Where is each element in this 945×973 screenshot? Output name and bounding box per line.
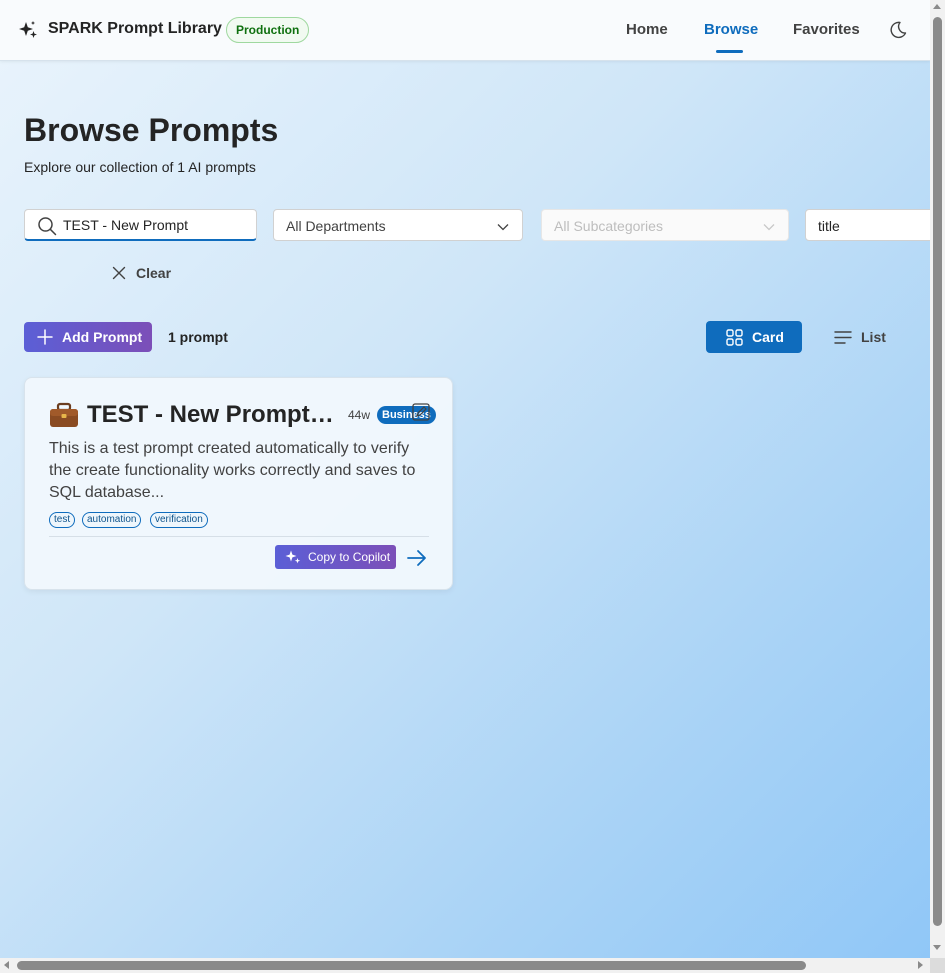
vertical-scrollbar[interactable] xyxy=(930,0,945,958)
subcategory-select[interactable]: All Subcategories xyxy=(541,209,789,241)
page-subtitle: Explore our collection of 1 AI prompts xyxy=(24,159,256,175)
tag[interactable]: verification xyxy=(150,512,208,528)
scroll-up-arrow[interactable] xyxy=(933,4,941,9)
prompt-card[interactable]: TEST - New Prompt (Automated Test) 44w B… xyxy=(24,377,453,590)
nav-active-indicator xyxy=(716,50,743,53)
arrow-right-icon[interactable] xyxy=(406,548,428,568)
edit-icon[interactable] xyxy=(412,403,430,421)
card-divider xyxy=(49,536,429,537)
department-select-value: All Departments xyxy=(286,218,386,234)
list-view-button[interactable]: List xyxy=(834,321,894,353)
app-viewport: SPARK Prompt Library Production Home Bro… xyxy=(0,0,930,958)
app-title: SPARK Prompt Library xyxy=(48,20,222,37)
tag[interactable]: automation xyxy=(82,512,142,528)
search-field[interactable] xyxy=(24,209,257,241)
sparkle-icon xyxy=(19,21,37,38)
nav-favorites[interactable]: Favorites xyxy=(793,21,860,38)
moon-icon[interactable] xyxy=(889,21,907,39)
card-description: This is a test prompt created automatica… xyxy=(49,440,416,501)
add-prompt-label: Add Prompt xyxy=(62,329,143,345)
card-age: 44w xyxy=(348,408,371,422)
scroll-down-arrow[interactable] xyxy=(933,945,941,950)
card-view-label: Card xyxy=(752,329,784,345)
grid-icon xyxy=(726,329,743,346)
list-icon xyxy=(834,331,852,344)
card-title[interactable]: TEST - New Prompt (Automated Test) xyxy=(87,401,339,429)
plus-icon xyxy=(37,329,53,345)
vertical-scroll-thumb[interactable] xyxy=(933,17,942,926)
tag[interactable]: test xyxy=(49,512,76,528)
nav-browse[interactable]: Browse xyxy=(704,21,758,38)
add-prompt-button[interactable]: Add Prompt xyxy=(24,322,152,352)
copy-to-copilot-label: Copy to Copilot xyxy=(308,550,391,564)
clear-filters-label: Clear xyxy=(136,265,172,281)
department-select[interactable]: All Departments xyxy=(273,209,523,241)
copy-to-copilot-button[interactable]: Copy to Copilot xyxy=(275,545,396,569)
horizontal-scrollbar[interactable] xyxy=(0,958,930,973)
nav-home[interactable]: Home xyxy=(626,21,668,38)
horizontal-scroll-thumb[interactable] xyxy=(17,961,806,970)
chevron-down-icon xyxy=(763,224,775,231)
search-input[interactable] xyxy=(63,214,248,236)
result-count: 1 prompt xyxy=(168,329,228,345)
sparkle-icon xyxy=(285,550,301,564)
subcategory-select-value: All Subcategories xyxy=(554,218,663,234)
card-view-button[interactable]: Card xyxy=(706,321,802,353)
sort-select[interactable]: title xyxy=(805,209,930,241)
top-navigation-bar: SPARK Prompt Library Production Home Bro… xyxy=(0,0,930,61)
scroll-right-arrow[interactable] xyxy=(918,961,923,969)
list-view-label: List xyxy=(861,329,886,345)
briefcase-icon xyxy=(50,402,78,427)
sort-select-value: title xyxy=(818,218,840,234)
chevron-down-icon xyxy=(497,224,509,231)
page-title: Browse Prompts xyxy=(24,112,279,148)
environment-badge: Production xyxy=(226,17,310,43)
close-icon xyxy=(112,266,126,280)
scrollbar-corner xyxy=(930,958,945,973)
search-icon xyxy=(38,217,57,236)
scroll-left-arrow[interactable] xyxy=(4,961,9,969)
